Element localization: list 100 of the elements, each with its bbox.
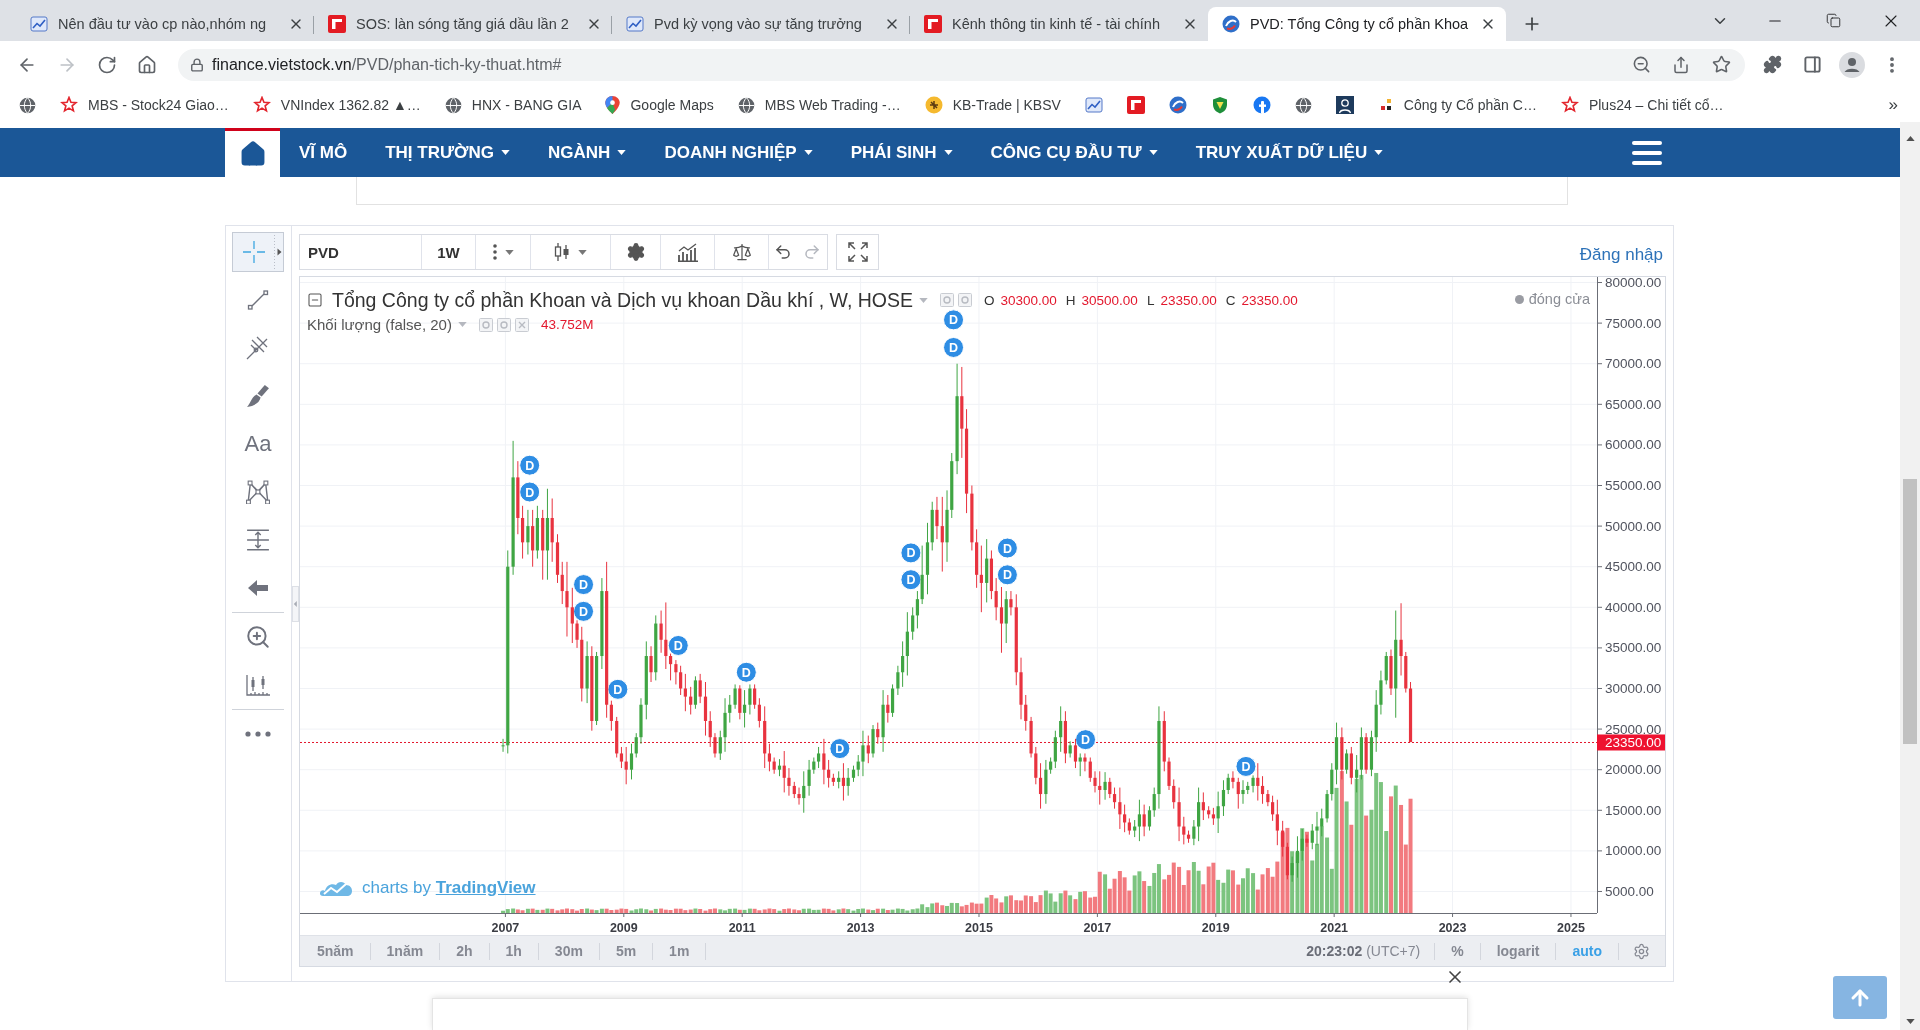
event-marker[interactable]: D <box>829 738 851 760</box>
event-marker[interactable]: D <box>667 634 689 656</box>
event-marker[interactable]: D <box>943 337 965 358</box>
event-marker[interactable]: D <box>943 309 965 331</box>
event-marker[interactable]: D <box>519 481 541 503</box>
time-range-button[interactable]: 2h <box>440 942 490 960</box>
zoom-out-icon[interactable] <box>1631 55 1651 74</box>
caret-icon <box>457 322 467 327</box>
time-range-button[interactable]: 5m <box>599 942 654 960</box>
bookmark[interactable]: MBS - Stock24 Giao… <box>52 91 237 119</box>
collapse-handle-icon[interactable] <box>292 585 299 622</box>
candlestick <box>856 754 860 777</box>
measure-icon[interactable] <box>246 529 270 551</box>
nav-menu-item[interactable]: PHÁI SINH <box>831 128 972 177</box>
interval-button[interactable]: 1W <box>422 235 476 269</box>
bookmark[interactable]: VNIndex 1362.82 ▲… <box>244 91 429 119</box>
share-icon[interactable] <box>1672 55 1690 74</box>
puzzle-icon[interactable] <box>1762 55 1782 74</box>
bookmark[interactable]: Plus24 – Chi tiết cổ… <box>1552 91 1732 119</box>
round-logo-icon <box>924 96 943 114</box>
fullscreen-button[interactable] <box>836 234 879 270</box>
globe-icon <box>444 96 462 114</box>
annotation: D <box>673 638 683 653</box>
event-marker[interactable]: D <box>900 569 922 591</box>
candlestick <box>767 743 772 772</box>
scrollbar-thumb[interactable] <box>1903 479 1917 744</box>
browser-tab[interactable]: Nên đầu tư vào cp nào,nhóm ng <box>16 7 314 41</box>
star-icon[interactable] <box>1711 55 1731 74</box>
globe-icon <box>19 96 36 114</box>
event-marker[interactable]: D <box>996 537 1018 559</box>
login-link[interactable]: Đăng nhập <box>1579 245 1663 265</box>
annotation: D <box>579 578 589 593</box>
bookmark[interactable]: Công ty Cổ phần C… <box>1369 91 1545 119</box>
nav-menu-item[interactable]: TRUY XUẤT DỮ LIỆU <box>1176 128 1403 177</box>
candlestick <box>674 659 678 685</box>
reload-icon[interactable] <box>97 54 117 75</box>
candlestick <box>1399 602 1403 676</box>
nav-menu-item[interactable]: THỊ TRƯỜNG <box>366 128 530 177</box>
restore-icon[interactable] <box>1825 13 1841 28</box>
home-button[interactable] <box>225 128 280 177</box>
settings-icon[interactable] <box>1633 942 1650 960</box>
candlestick <box>649 645 653 683</box>
home-icon[interactable] <box>137 54 157 75</box>
event-marker[interactable]: D <box>573 574 595 596</box>
scale-option-button[interactable]: logarit <box>1480 942 1557 960</box>
event-marker[interactable]: D <box>900 542 922 564</box>
event-marker[interactable]: D <box>1235 755 1257 777</box>
zoom-in-icon[interactable] <box>245 624 271 650</box>
nav-menu-item[interactable]: VĨ MÔ <box>280 128 367 177</box>
event-marker[interactable]: D <box>996 564 1018 586</box>
bookmark[interactable]: MBS Web Trading -… <box>729 91 909 119</box>
browser-tab[interactable]: Kênh thông tin kinh tế - tài chính <box>910 7 1208 41</box>
attribution-link[interactable]: TradingView <box>435 878 536 897</box>
symbol-field[interactable]: PVD <box>300 235 422 269</box>
chart-icon <box>1084 96 1103 114</box>
time-axis-label: 2013 <box>846 921 875 935</box>
zigzag-pattern-icon[interactable] <box>246 480 270 504</box>
scale-option-button[interactable]: auto <box>1556 942 1619 960</box>
profile-icon[interactable] <box>1839 51 1865 78</box>
browser-tab[interactable]: PVD: Tổng Công ty cổ phần Khoa <box>1208 7 1506 41</box>
more-icon <box>492 244 497 260</box>
candlestick <box>1260 775 1265 805</box>
globe-icon <box>737 96 755 114</box>
address-bar[interactable]: finance.vietstock.vn/PVD/phan-tich-ky-thuat.htm# <box>178 48 1745 81</box>
nav-menu-item[interactable]: NGÀNH <box>529 128 646 177</box>
event-marker[interactable]: D <box>735 661 757 683</box>
bookmarks-overflow-button[interactable]: » <box>1888 95 1898 115</box>
collapse-icon[interactable] <box>307 292 323 308</box>
scale-option-button[interactable]: % <box>1435 942 1481 960</box>
time-range-button[interactable]: 1h <box>489 942 539 960</box>
browser-tab[interactable]: SOS: làn sóng tăng giá dầu lần 2 <box>314 7 612 41</box>
browser-tab[interactable]: Pvd kỳ vọng vào sự tăng trưởng <box>612 7 910 41</box>
flyout-arrow-icon[interactable] <box>274 233 283 271</box>
nav-menu-item[interactable]: CÔNG CỤ ĐẦU TƯ <box>971 128 1177 177</box>
brush-icon[interactable] <box>246 384 270 408</box>
event-marker[interactable]: D <box>573 600 595 622</box>
pitchfork-icon[interactable] <box>246 336 270 360</box>
bookmark[interactable]: Google Maps <box>597 91 722 119</box>
price-axis-label: 70000.00 <box>1605 356 1662 372</box>
bookmark[interactable]: HNX - BANG GIA <box>436 91 590 119</box>
more-icon[interactable] <box>245 731 271 737</box>
candlestick <box>1310 823 1314 850</box>
time-range-button[interactable]: 1năm <box>370 942 441 960</box>
globe-icon <box>1294 96 1312 114</box>
time-range-button[interactable]: 30m <box>538 942 600 960</box>
event-marker[interactable]: D <box>1075 729 1097 751</box>
time-range-button[interactable]: 1m <box>653 942 707 960</box>
scroll-up-icon[interactable] <box>1905 136 1915 141</box>
scroll-down-icon[interactable] <box>1905 1019 1915 1024</box>
text-tool-button[interactable]: Aa <box>244 431 272 457</box>
bookmark[interactable]: KB-Trade | KBSV <box>916 91 1069 119</box>
event-marker[interactable]: D <box>519 454 541 476</box>
menu-icon[interactable] <box>1632 140 1662 165</box>
side-panel-icon[interactable] <box>1802 55 1822 74</box>
ruler-chart-icon[interactable] <box>245 673 271 697</box>
nav-menu-item[interactable]: DOANH NGHIỆP <box>645 128 832 177</box>
time-range-button[interactable]: 5năm <box>301 942 371 960</box>
arrow-left-icon[interactable] <box>247 579 269 597</box>
price-axis-label: 10000.00 <box>1605 843 1662 859</box>
trend-line-icon[interactable] <box>246 288 270 312</box>
